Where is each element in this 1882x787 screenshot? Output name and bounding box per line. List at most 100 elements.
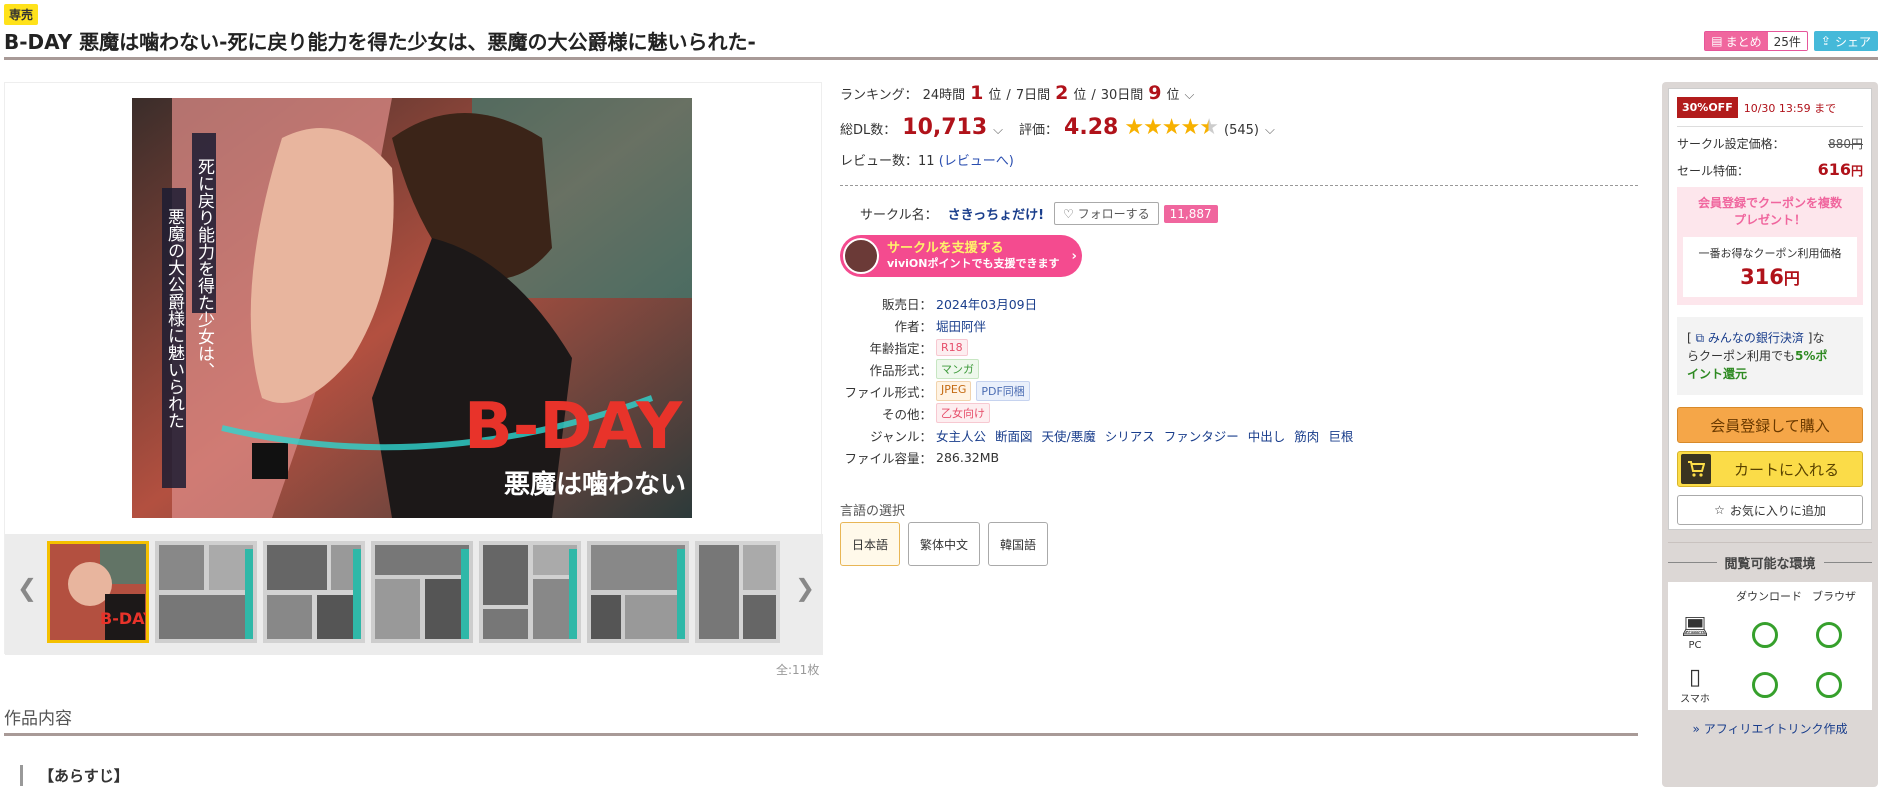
star-outline-icon: ☆ bbox=[1714, 503, 1725, 517]
spec-label: 作者： bbox=[894, 318, 932, 334]
supported-circle-icon bbox=[1816, 672, 1842, 698]
thumbnail-5[interactable] bbox=[479, 541, 581, 643]
ranking-30d-label: 30日間 bbox=[1100, 88, 1144, 103]
spec-label: 販売日： bbox=[881, 296, 932, 312]
ranking-label: ランキング： bbox=[840, 88, 918, 103]
bank-payment-note: [ ⧉ みんなの銀行決済 ]な らクーポン利用でも5%ポ イント還元 bbox=[1677, 317, 1863, 395]
section-title: 作品内容 bbox=[4, 709, 72, 729]
genre-link[interactable]: 断面図 bbox=[995, 426, 1033, 445]
bank-point-rate: 5%ポ bbox=[1795, 349, 1828, 363]
chevron-right-icon[interactable]: ❯ bbox=[795, 574, 815, 602]
pc-icon: 💻︎ bbox=[1681, 615, 1709, 640]
support-circle-banner[interactable]: サークルを支援する viviONポイントでも支援できます › bbox=[840, 235, 1082, 277]
ranking-sep: / bbox=[1091, 88, 1096, 103]
rating-count: (545) bbox=[1224, 123, 1259, 138]
genre-link[interactable]: 筋肉 bbox=[1294, 426, 1319, 445]
bank-line-3: イント還元 bbox=[1687, 367, 1748, 381]
matome-count: 25件 bbox=[1767, 32, 1807, 50]
work-format-tag[interactable]: マンガ bbox=[936, 359, 979, 379]
language-option-ja[interactable]: 日本語 bbox=[840, 522, 901, 566]
thumbnail-7[interactable] bbox=[695, 541, 780, 643]
genre-link[interactable]: 中出し bbox=[1248, 426, 1286, 445]
sale-price: 616 bbox=[1817, 160, 1851, 179]
add-favorite-button[interactable]: ☆ お気に入りに追加 bbox=[1677, 495, 1863, 525]
thumbnail-1[interactable]: B-DAY bbox=[47, 541, 149, 643]
dl-label: 総DL数： bbox=[840, 123, 897, 138]
rating-stars: ★★★★★ bbox=[1124, 115, 1219, 140]
genre-link[interactable]: 天使/悪魔 bbox=[1042, 426, 1096, 445]
spec-table: 販売日： 2024年03月09日 作者： 堀田阿伴 年齢指定： R18 作品形式… bbox=[840, 292, 1353, 468]
purchase-sidebar: 30%OFF 10/30 13:59 まで サークル設定価格： 880円 セール… bbox=[1662, 82, 1878, 787]
env-col-download: ダウンロード bbox=[1736, 590, 1802, 603]
coupon-price: 316 bbox=[1740, 265, 1784, 289]
share-button[interactable]: ⇪ シェア bbox=[1813, 31, 1878, 51]
matome-icon: ▤ bbox=[1711, 34, 1723, 48]
supported-circle-icon bbox=[1816, 622, 1842, 648]
chevron-down-icon[interactable]: ⌵ bbox=[1265, 123, 1275, 138]
language-option-zh-tw[interactable]: 繁体中文 bbox=[908, 522, 981, 566]
circle-name-link[interactable]: さきっちょだけ! bbox=[948, 204, 1044, 223]
bank-payment-link[interactable]: みんなの銀行決済 bbox=[1708, 331, 1804, 345]
author-link[interactable]: 堀田阿伴 bbox=[936, 316, 986, 335]
other-tag[interactable]: 乙女向け bbox=[936, 403, 990, 423]
coupon-promo[interactable]: 会員登録でクーポンを複数 プレゼント！ 一番お得なクーポン利用価格 316円 bbox=[1677, 187, 1863, 305]
genre-link[interactable]: シリアス bbox=[1105, 426, 1155, 445]
genre-link[interactable]: 巨根 bbox=[1328, 426, 1353, 445]
thumbnail-4[interactable] bbox=[371, 541, 473, 643]
spec-label: その他： bbox=[881, 406, 932, 422]
genre-link[interactable]: ファンタジー bbox=[1164, 426, 1239, 445]
thumbnail-6[interactable] bbox=[587, 541, 689, 643]
bank-line-2: らクーポン利用でも bbox=[1687, 349, 1796, 363]
chevron-left-icon[interactable]: ❮ bbox=[17, 574, 37, 602]
ranking-7d-label: 7日間 bbox=[1015, 88, 1051, 103]
smartphone-icon: ▯ bbox=[1688, 665, 1702, 690]
ranking-unit: 位 bbox=[988, 88, 1002, 103]
review-row: レビュー数：11 (レビューへ) bbox=[840, 150, 1014, 169]
star-icon: ★ bbox=[1161, 115, 1182, 140]
header-actions: ▤ まとめ 25件 ⇪ シェア bbox=[1704, 31, 1878, 51]
file-format-tag[interactable]: JPEG bbox=[936, 381, 972, 401]
thumbnail-3[interactable] bbox=[263, 541, 365, 643]
review-link[interactable]: (レビューへ) bbox=[939, 154, 1014, 169]
support-line-2: viviONポイントでも支援できます bbox=[887, 257, 1060, 270]
affiliate-link[interactable]: » アフィリエイトリンク作成 bbox=[1668, 720, 1872, 737]
env-col-browser: ブラウザ bbox=[1812, 590, 1856, 603]
thumbnail-2[interactable] bbox=[155, 541, 257, 643]
env-table: ダウンロード ブラウザ 💻︎ PC ▯ スマホ bbox=[1668, 582, 1872, 710]
follow-button[interactable]: ♡ フォローする bbox=[1054, 202, 1159, 225]
spec-row-author: 作者： 堀田阿伴 bbox=[840, 314, 1353, 336]
supported-circle-icon bbox=[1752, 672, 1778, 698]
genre-link[interactable]: 女主人公 bbox=[936, 426, 986, 445]
ranking-24h-label: 24時間 bbox=[922, 88, 966, 103]
ranking-7d-value: 2 bbox=[1055, 82, 1069, 104]
matome-button[interactable]: ▤ まとめ 25件 bbox=[1704, 31, 1808, 51]
spec-row-file-format: ファイル形式： JPEG PDF同梱 bbox=[840, 380, 1353, 402]
image-count: 全:11枚 bbox=[776, 663, 820, 677]
ranking-30d-value: 9 bbox=[1148, 82, 1162, 104]
list-price: 880円 bbox=[1828, 137, 1863, 151]
sales-row: 総DL数： 10,713 ⌵ 評価： 4.28 ★★★★★ (545) ⌵ bbox=[840, 115, 1275, 140]
circle-label: サークル名： bbox=[860, 208, 938, 223]
spec-label: ファイル形式： bbox=[844, 384, 932, 400]
cover-art: 死に戻り能力を得た少女は、 悪魔の大公爵様に魅いられた B-DAY 悪魔は噛わな… bbox=[132, 98, 692, 518]
chevron-down-icon[interactable]: ⌵ bbox=[993, 123, 1003, 138]
env-pc-label: PC bbox=[1688, 640, 1702, 651]
main-cover-image[interactable]: 死に戻り能力を得た少女は、 悪魔の大公爵様に魅いられた B-DAY 悪魔は噛わな… bbox=[132, 98, 692, 518]
star-icon: ★ bbox=[1124, 115, 1144, 140]
coupon-headline-1: 会員登録でクーポンを複数 bbox=[1697, 196, 1842, 210]
file-format-tag[interactable]: PDF同梱 bbox=[976, 381, 1030, 401]
sale-price-label: セール特価： bbox=[1677, 164, 1750, 178]
release-date-link[interactable]: 2024年03月09日 bbox=[936, 294, 1037, 313]
register-and-buy-button[interactable]: 会員登録して購入 bbox=[1677, 407, 1863, 443]
language-option-ko[interactable]: 韓国語 bbox=[988, 522, 1049, 566]
add-to-cart-button[interactable]: カートに入れる bbox=[1677, 451, 1863, 487]
star-half-icon: ★ bbox=[1199, 115, 1219, 140]
language-selector: 日本語 繁体中文 韓国語 bbox=[840, 522, 1049, 566]
spec-label: 年齢指定： bbox=[869, 340, 932, 356]
env-title: 閲覧可能な環境 bbox=[1668, 553, 1872, 572]
external-link-icon: ⧉ bbox=[1695, 331, 1705, 345]
circle-avatar bbox=[843, 238, 879, 274]
chevron-down-icon[interactable]: ⌵ bbox=[1185, 88, 1195, 103]
cover-vertical-text-2: 悪魔の大公爵様に魅いられた bbox=[164, 208, 185, 429]
age-rating-tag[interactable]: R18 bbox=[936, 338, 968, 356]
